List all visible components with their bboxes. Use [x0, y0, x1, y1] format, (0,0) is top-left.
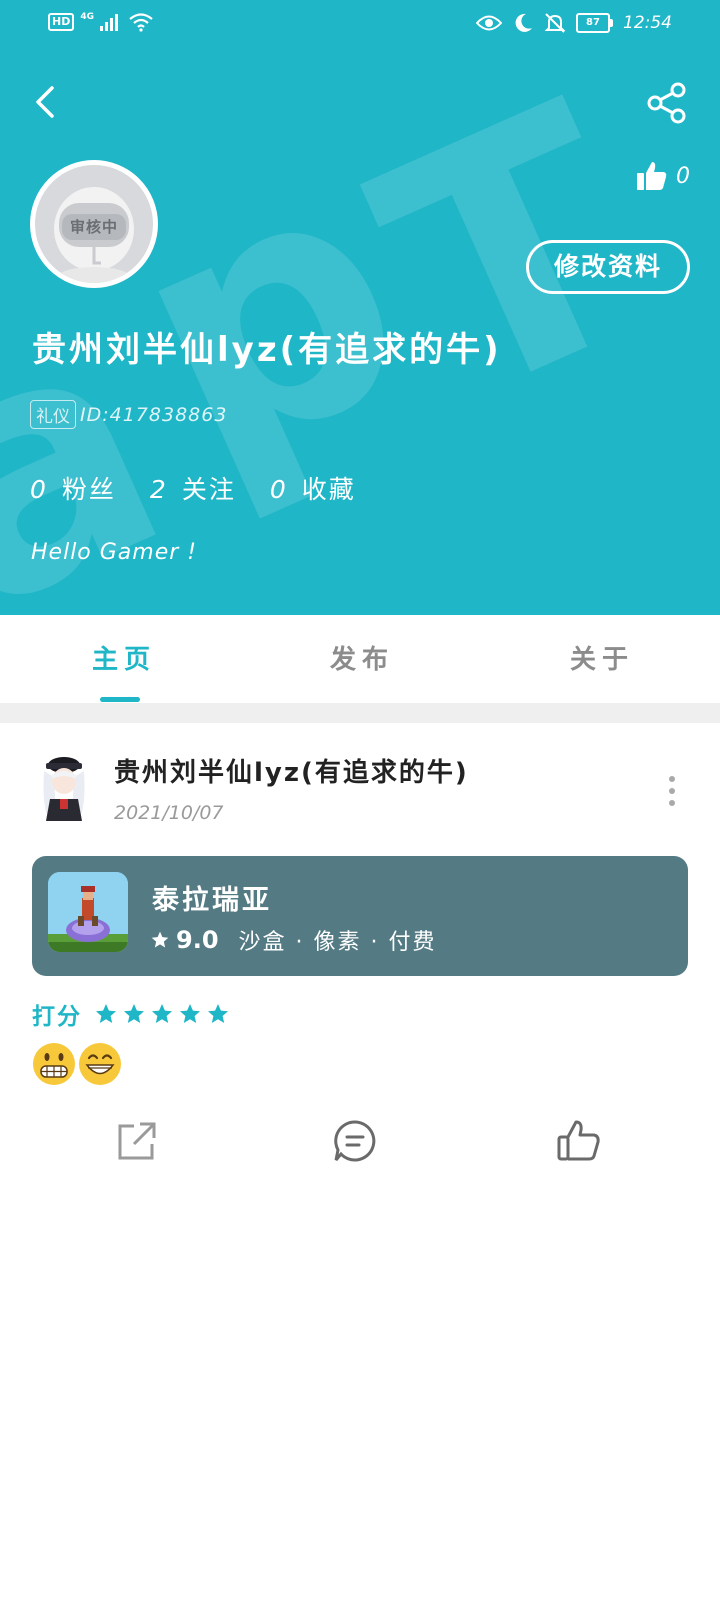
anime-character-avatar-icon	[43, 757, 85, 821]
game-title: 泰拉瑞亚	[152, 885, 272, 916]
signal-icon	[100, 14, 118, 31]
rating-label: 打分	[32, 1004, 82, 1030]
stat-count: 0	[30, 475, 48, 504]
grimacing-face-emoji	[33, 1043, 75, 1085]
post-content	[32, 1042, 122, 1086]
star-icon	[180, 1004, 200, 1023]
battery-level: 87	[576, 13, 610, 33]
game-score: 9.0	[176, 926, 219, 954]
rating-stars	[94, 1002, 230, 1026]
comment-button[interactable]	[332, 1118, 378, 1164]
star-icon	[151, 931, 169, 948]
stat-followers[interactable]: 0 粉丝	[30, 470, 116, 506]
game-icon	[48, 872, 128, 952]
post-date: 2021/10/07	[114, 802, 224, 824]
thumbs-up-icon	[557, 1120, 600, 1161]
bell-off-icon	[544, 13, 566, 33]
post-actions	[0, 1118, 720, 1168]
grinning-face-emoji	[79, 1043, 121, 1085]
terraria-game-icon	[48, 872, 128, 952]
network-type: 4G	[80, 12, 94, 22]
stat-count: 2	[149, 475, 168, 504]
share-icon	[647, 82, 686, 124]
hd-indicator: HD	[48, 13, 75, 31]
tab-about[interactable]: 关于	[570, 639, 634, 676]
profile-header: p T a HD 4G 87 12:54 0 审核中 修改资料 贵州刘半仙lyz…	[0, 0, 720, 615]
profile-tabs: 主页 发布 关于	[0, 615, 720, 703]
back-button[interactable]	[28, 82, 64, 122]
chevron-left-icon	[36, 86, 54, 118]
username: 贵州刘半仙lyz(有追求的牛)	[32, 330, 502, 370]
more-vertical-icon	[669, 776, 675, 782]
avatar[interactable]: 审核中	[30, 160, 158, 288]
tab-home[interactable]: 主页	[92, 639, 156, 676]
section-divider	[0, 703, 720, 723]
moon-icon	[515, 13, 532, 32]
user-id-row: 礼仪 ID:417838863	[30, 400, 227, 429]
stat-label: 粉丝	[61, 475, 116, 504]
stat-label: 收藏	[301, 475, 356, 504]
stat-following[interactable]: 2 关注	[150, 470, 236, 506]
active-tab-indicator	[100, 697, 140, 702]
stat-favorites[interactable]: 0 收藏	[270, 470, 356, 506]
status-bar: HD 4G 87 12:54	[0, 0, 720, 50]
star-icon	[208, 1004, 228, 1023]
review-pending-tag: 审核中	[62, 214, 126, 240]
game-card[interactable]: 泰拉瑞亚 9.0 沙盒 · 像素 · 付费	[32, 856, 688, 976]
clock: 12:54	[623, 13, 672, 33]
star-icon	[152, 1004, 172, 1023]
user-badge[interactable]: 礼仪	[30, 400, 76, 429]
user-stats: 0 粉丝 2 关注 0 收藏	[30, 470, 356, 506]
profile-like[interactable]: 0	[636, 160, 690, 192]
stat-count: 0	[269, 475, 288, 504]
more-options-button[interactable]	[662, 776, 682, 806]
star-icon	[124, 1004, 144, 1023]
post-author-avatar[interactable]	[34, 755, 94, 821]
tab-posts[interactable]: 发布	[330, 639, 394, 676]
game-tags: 沙盒 · 像素 · 付费	[238, 930, 437, 955]
edit-profile-button[interactable]: 修改资料	[526, 240, 690, 294]
rating-row: 打分	[32, 997, 230, 1031]
wifi-icon	[129, 13, 153, 32]
thumbs-up-icon	[637, 162, 667, 190]
like-post-button[interactable]	[556, 1118, 602, 1164]
external-share-icon	[118, 1122, 156, 1160]
eye-icon	[476, 15, 502, 31]
stat-label: 关注	[181, 475, 236, 504]
game-meta: 9.0 沙盒 · 像素 · 付费	[150, 924, 436, 956]
like-count: 0	[676, 163, 690, 189]
share-button[interactable]	[646, 82, 688, 124]
share-post-button[interactable]	[114, 1118, 160, 1164]
battery-icon: 87	[576, 13, 613, 33]
user-id: ID:417838863	[80, 403, 228, 426]
profile-signature: Hello Gamer !	[31, 540, 198, 565]
star-icon	[96, 1004, 116, 1023]
post-author-name[interactable]: 贵州刘半仙lyz(有追求的牛)	[114, 752, 469, 789]
comment-icon	[334, 1120, 376, 1162]
